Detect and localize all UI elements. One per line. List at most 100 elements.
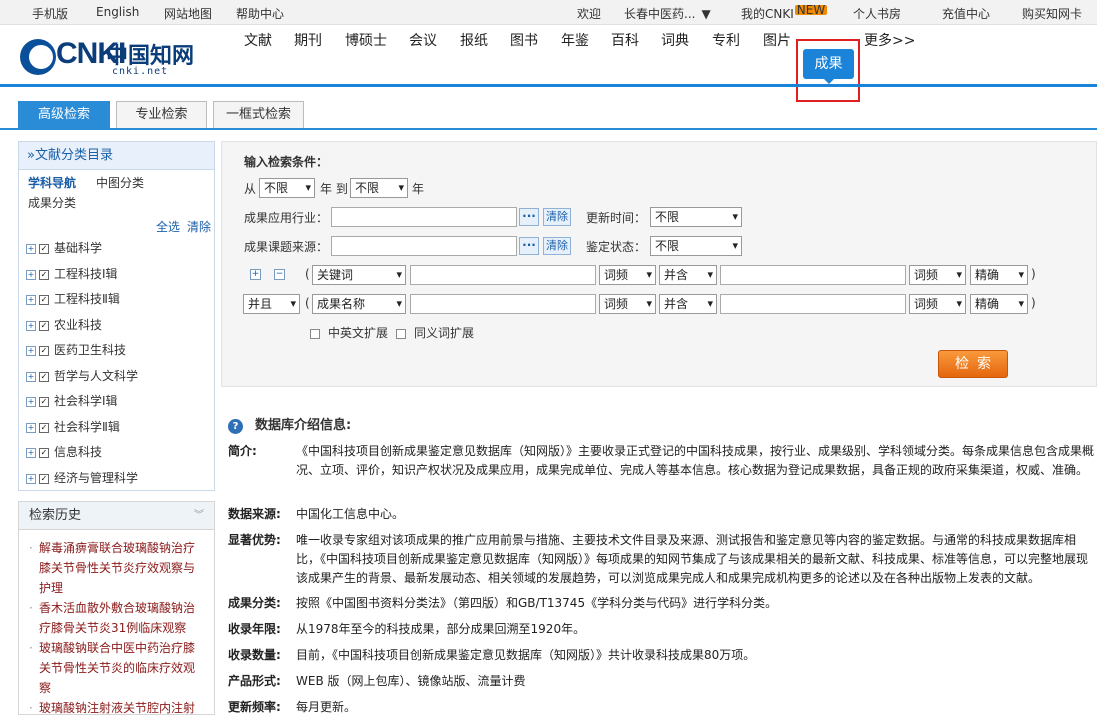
match-select-2[interactable]: 精确 [970,294,1028,314]
sidebar-item[interactable]: + ✓ 社会科学Ⅰ辑 [26,392,118,408]
industry-clear-button[interactable]: 清除 [543,208,571,226]
expand-icon[interactable]: + [26,447,36,458]
checkbox[interactable]: ✓ [39,396,49,407]
source-picker-button[interactable]: ··· [519,237,539,255]
expand-icon[interactable]: + [26,473,36,484]
industry-picker-button[interactable]: ··· [519,208,539,226]
freq-select-2b[interactable]: 词频 [909,294,966,314]
keyword-input-1[interactable] [410,265,596,285]
remove-row-icon[interactable]: − [274,269,285,280]
freq-select-1[interactable]: 词频 [599,265,656,285]
expand-icon[interactable]: + [26,320,36,331]
expand-icon[interactable]: + [26,422,36,433]
checkbox[interactable] [396,328,406,339]
expand-icon[interactable]: + [26,269,36,280]
sidebar-item[interactable]: + ✓ 经济与管理科学 [26,469,138,485]
keyword-input-2[interactable] [410,294,596,314]
sitemap-link[interactable]: 网站地图 [164,5,212,22]
select-all-link[interactable]: 全选 [156,218,180,235]
expand-icon[interactable]: + [26,243,36,254]
add-row-icon[interactable]: + [250,269,261,280]
expand-icon[interactable]: + [26,396,36,407]
field-select-1[interactable]: 关键词 [312,265,406,285]
freq-select-2[interactable]: 词频 [599,294,656,314]
freq-select-1b[interactable]: 词频 [909,265,966,285]
update-time-select[interactable]: 不限 [650,207,742,227]
expand-icon[interactable]: + [26,345,36,356]
year-from-select[interactable]: 不限 [259,178,315,198]
row-operator-select[interactable]: 并且 [243,294,300,314]
nav-item-encyclopedia[interactable]: 百科 [611,30,639,50]
checkbox[interactable]: ✓ [39,294,49,305]
achievement-nav-tab[interactable]: 成果分类 [28,194,76,211]
help-link[interactable]: 帮助中心 [236,5,284,22]
sidebar-item[interactable]: + ✓ 农业科技 [26,316,102,332]
checkbox[interactable]: ✓ [39,243,49,254]
my-cnki-label: 我的CNKI [741,7,794,21]
search-button[interactable]: 检索 [938,350,1008,378]
synonym-extension[interactable]: 同义词扩展 [396,324,474,341]
source-input[interactable] [331,236,517,256]
keyword-input-1b[interactable] [720,265,906,285]
org-dropdown[interactable]: 长春中医药... ▼ [624,5,711,22]
info-key: 产品形式: [228,674,281,688]
nav-item-books[interactable]: 图书 [510,30,538,50]
checkbox[interactable]: ✓ [39,473,49,484]
sidebar-item[interactable]: + ✓ 哲学与人文科学 [26,367,138,383]
checkbox[interactable]: ✓ [39,422,49,433]
bookshelf-link[interactable]: 个人书房 [853,5,901,22]
year-to-select[interactable]: 不限 [350,178,408,198]
sidebar-item[interactable]: + ✓ 信息科技 [26,443,102,459]
history-item[interactable]: 解毒涌痹膏联合玻璃酸钠治疗膝关节骨性关节炎疗效观察与护理 [29,538,206,598]
info-key: 收录年限: [228,622,281,636]
nav-item-newspapers[interactable]: 报纸 [460,30,488,50]
checkbox[interactable]: ✓ [39,269,49,280]
expand-icon[interactable]: + [26,371,36,382]
buy-card-link[interactable]: 购买知网卡 [1022,5,1082,22]
english-link[interactable]: English [96,5,139,19]
logic-select-2[interactable]: 并含 [659,294,717,314]
recharge-link[interactable]: 充值中心 [942,5,990,22]
keyword-input-2b[interactable] [720,294,906,314]
logic-select-1[interactable]: 并含 [659,265,717,285]
sidebar-item[interactable]: + ✓ 工程科技Ⅰ辑 [26,265,118,281]
appraisal-select[interactable]: 不限 [650,236,742,256]
history-item[interactable]: 玻璃酸钠联合中医中药治疗膝关节骨性关节炎的临床疗效观察 [29,638,206,698]
sidebar-item[interactable]: + ✓ 医药卫生科技 [26,341,126,357]
cnki-logo[interactable]: CNKI 中国知网 cnki.net [20,37,205,81]
nav-item-dictionary[interactable]: 词典 [661,30,689,50]
checkbox[interactable]: ✓ [39,320,49,331]
tab-advanced-search[interactable]: 高级检索 [18,101,110,129]
nav-item-theses[interactable]: 博硕士 [345,30,387,50]
checkbox[interactable]: ✓ [39,447,49,458]
my-cnki-link[interactable]: 我的CNKI NEW [741,4,828,22]
tab-simple-search[interactable]: 一框式检索 [213,101,304,129]
match-select-1[interactable]: 精确 [970,265,1028,285]
expand-icon[interactable]: + [26,294,36,305]
sidebar-item[interactable]: + ✓ 工程科技Ⅱ辑 [26,290,120,306]
checkbox[interactable]: ✓ [39,345,49,356]
history-item[interactable]: 玻璃酸钠注射液关节腔内注射 [29,698,206,718]
field-select-2[interactable]: 成果名称 [312,294,406,314]
nav-item-journals[interactable]: 期刊 [294,30,322,50]
subject-nav-tab[interactable]: 学科导航 [28,174,76,191]
nav-item-patents[interactable]: 专利 [712,30,740,50]
collapse-icon[interactable]: ︾ [194,502,204,529]
mobile-link[interactable]: 手机版 [32,5,68,22]
nav-item-literature[interactable]: 文献 [244,30,272,50]
checkbox[interactable]: ✓ [39,371,49,382]
tab-professional-search[interactable]: 专业检索 [116,101,207,129]
nav-item-images[interactable]: 图片 [763,30,791,50]
nav-item-yearbooks[interactable]: 年鉴 [561,30,589,50]
history-item[interactable]: 香木活血散外敷合玻璃酸钠治疗膝骨关节炎31例临床观察 [29,598,206,638]
sidebar-item[interactable]: + ✓ 基础科学 [26,239,102,255]
clc-nav-tab[interactable]: 中图分类 [96,174,144,191]
source-clear-button[interactable]: 清除 [543,237,571,255]
checkbox[interactable] [310,328,320,339]
nav-item-conferences[interactable]: 会议 [409,30,437,50]
cn-en-extension[interactable]: 中英文扩展 [310,324,388,341]
sidebar-item[interactable]: + ✓ 社会科学Ⅱ辑 [26,418,120,434]
clear-link[interactable]: 清除 [187,218,211,235]
nav-item-more[interactable]: 更多>> [864,30,915,50]
industry-input[interactable] [331,207,517,227]
